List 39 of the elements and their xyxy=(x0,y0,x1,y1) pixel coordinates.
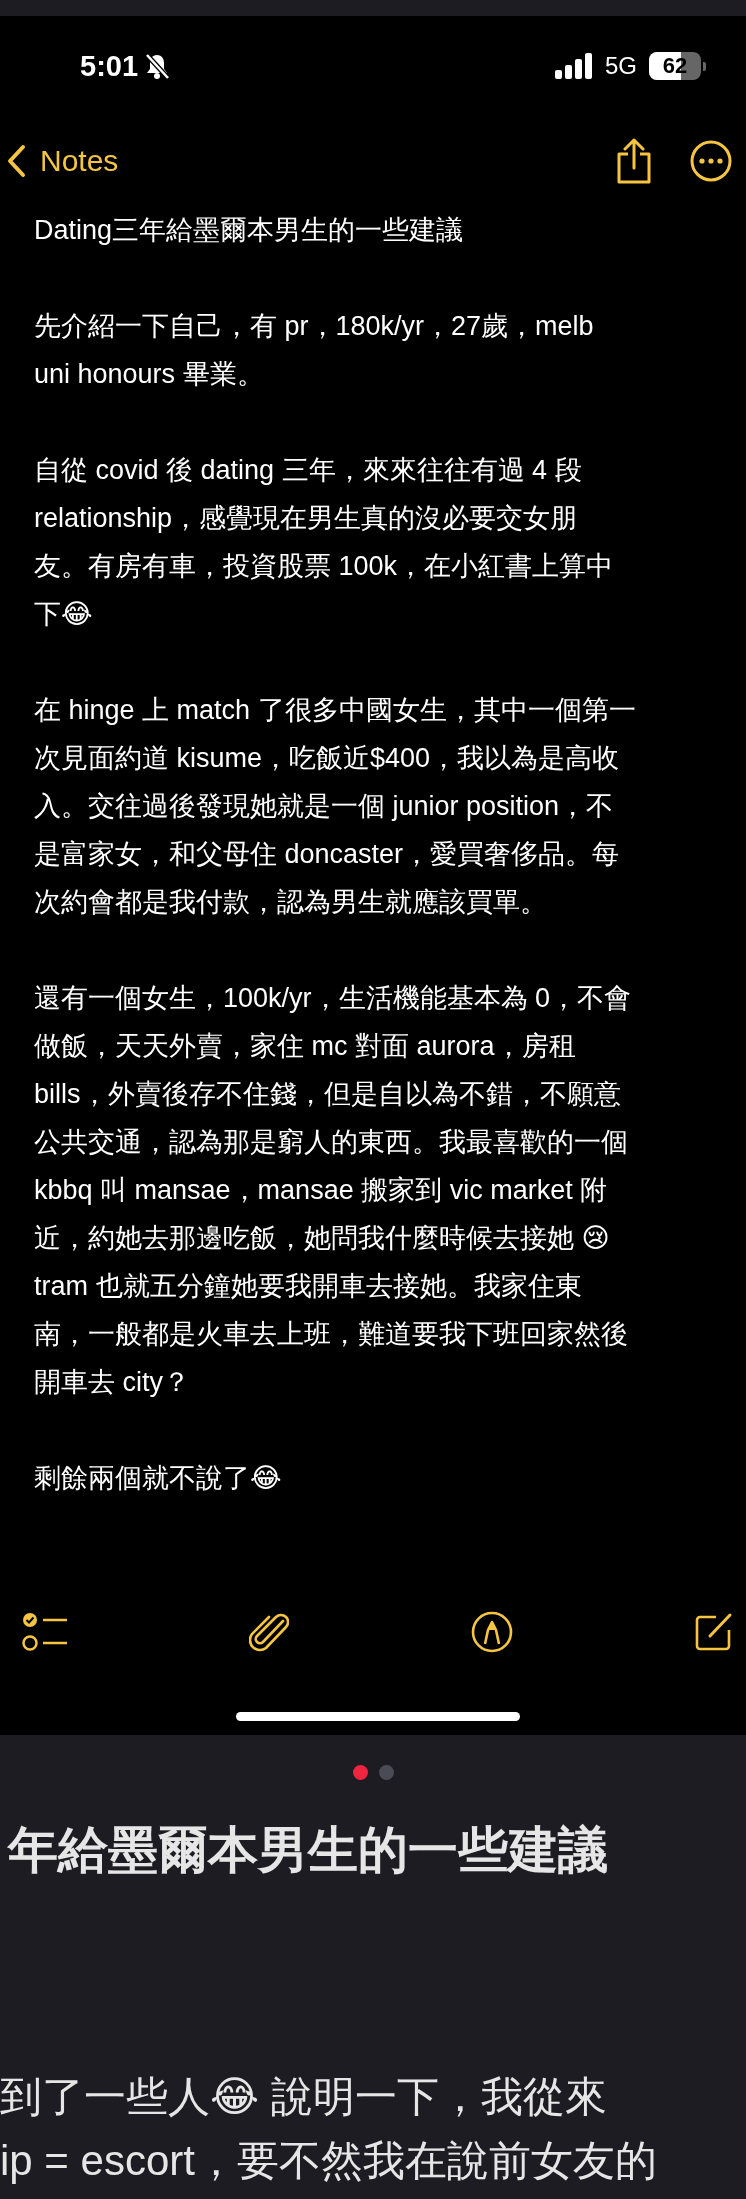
note-line: 先介紹一下自己，有 pr，180k/yr，27歲，melb xyxy=(34,310,594,343)
note-line: kbbq 叫 mansae，mansae 搬家到 vic market 附 xyxy=(34,1174,608,1207)
note-line: 下😂 xyxy=(34,598,93,631)
post-text: ip = escort，要不然我在說前女友的 xyxy=(0,2136,657,2186)
checklist-icon[interactable] xyxy=(22,1611,68,1653)
note-line: 開車去 city？ xyxy=(34,1366,190,1399)
note-line: 自從 covid 後 dating 三年，來來往往有過 4 段 xyxy=(34,454,582,487)
share-icon[interactable] xyxy=(616,138,652,184)
note-line: 南，一般都是火車去上班，難道要我下班回家然後 xyxy=(34,1318,628,1351)
note-line: 次見面約道 kisume，吃飯近$400，我以為是高收 xyxy=(34,742,620,775)
more-icon[interactable] xyxy=(690,140,732,182)
back-button[interactable]: Notes xyxy=(6,144,616,178)
page-dot[interactable] xyxy=(378,1765,394,1780)
note-line: 入。交往過後發現她就是一個 junior position，不 xyxy=(34,790,614,823)
note-line: bills，外賣後存不住錢，但是自以為不錯，不願意 xyxy=(34,1078,621,1111)
post-text: 到了一些人😂 說明一下，我從來 xyxy=(0,2072,607,2122)
note-line: 友。有房有車，投資股票 100k，在小紅書上算中 xyxy=(34,550,614,583)
compose-icon[interactable] xyxy=(694,1612,734,1652)
note-line: 公共交通，認為那是窮人的東西。我最喜歡的一個 xyxy=(34,1126,628,1159)
status-time: 5:01 xyxy=(80,49,139,83)
network-label: 5G xyxy=(605,52,637,80)
note-line: 次約會都是我付款，認為男生就應該買單。 xyxy=(34,886,547,919)
note-line: 還有一個女生，100k/yr，生活機能基本為 0，不會 xyxy=(34,982,632,1015)
markup-pen-icon[interactable] xyxy=(470,1611,513,1653)
note-line: 是富家女，和父母住 doncaster，愛買奢侈品。每 xyxy=(34,838,620,871)
page-dot[interactable] xyxy=(352,1765,368,1780)
note-line: tram 也就五分鐘她要我開車去接她。我家住東 xyxy=(34,1270,582,1303)
post-heading: 年給墨爾本男生的一些建議 xyxy=(8,1821,608,1880)
note-line: 做飯，天天外賣，家住 mc 對面 aurora，房租 xyxy=(34,1030,576,1063)
signal-icon xyxy=(555,53,593,79)
note-line: 近，約她去那邊吃飯，她問我什麼時候去接她 😢 xyxy=(34,1222,610,1255)
back-chevron-icon[interactable] xyxy=(6,144,26,178)
bell-slash-icon xyxy=(144,52,171,80)
paperclip-icon[interactable] xyxy=(249,1611,290,1653)
note-title: Dating三年給墨爾本男生的一些建議 xyxy=(34,214,464,247)
note-line: relationship，感覺現在男生真的沒必要交女朋 xyxy=(34,502,578,535)
note-line: uni honours 畢業。 xyxy=(34,358,264,391)
note-line: 在 hinge 上 match 了很多中國女生，其中一個第一 xyxy=(34,694,636,727)
note-line: 剩餘兩個就不說了😂 xyxy=(34,1462,282,1495)
